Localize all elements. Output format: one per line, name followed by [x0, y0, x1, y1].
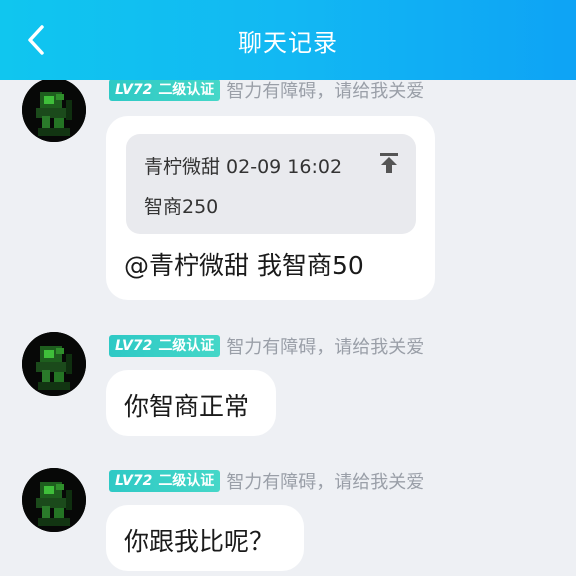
quoted-message[interactable]: 青柠微甜 02-09 16:02 智商250: [126, 134, 416, 234]
message-text: 你智商正常: [124, 392, 250, 421]
level-badge: LV72 二级认证: [109, 470, 221, 492]
sender-meta: LV72 二级认证 智力有障碍，请给我关爱: [109, 78, 424, 102]
message-bubble[interactable]: 你智商正常: [106, 370, 276, 436]
sender-signature: 智力有障碍，请给我关爱: [226, 337, 425, 358]
chevron-left-icon: [28, 25, 44, 55]
quoted-author-time: 青柠微甜 02-09 16:02: [144, 156, 343, 178]
page-title-overlay: 聊天记录: [238, 28, 338, 57]
sender-meta: LV72 二级认证 智力有障碍，请给我关爱: [109, 469, 424, 493]
pin-to-top-icon[interactable]: [378, 152, 400, 174]
message-bubble[interactable]: 你跟我比呢？: [106, 505, 304, 571]
sender-meta: LV72 二级认证 智力有障碍，请给我关爱: [109, 334, 424, 358]
top-bar-overlay: 聊天记录: [0, 0, 576, 80]
back-button-overlay[interactable]: [22, 22, 52, 58]
sender-signature: 智力有障碍，请给我关爱: [226, 81, 425, 102]
message-text: @青柠微甜 我智商50: [124, 251, 364, 280]
sender-signature: 智力有障碍，请给我关爱: [226, 472, 425, 493]
quoted-text: 智商250: [144, 196, 219, 218]
message-text: 你跟我比呢？: [124, 527, 275, 556]
avatar[interactable]: [22, 468, 86, 532]
avatar[interactable]: [22, 78, 86, 142]
level-badge: LV72 二级认证: [109, 79, 221, 101]
level-badge: LV72 二级认证: [109, 335, 221, 357]
avatar[interactable]: [22, 332, 86, 396]
message-bubble[interactable]: 青柠微甜 02-09 16:02 智商250 @青柠微甜 我智商50: [106, 116, 435, 300]
